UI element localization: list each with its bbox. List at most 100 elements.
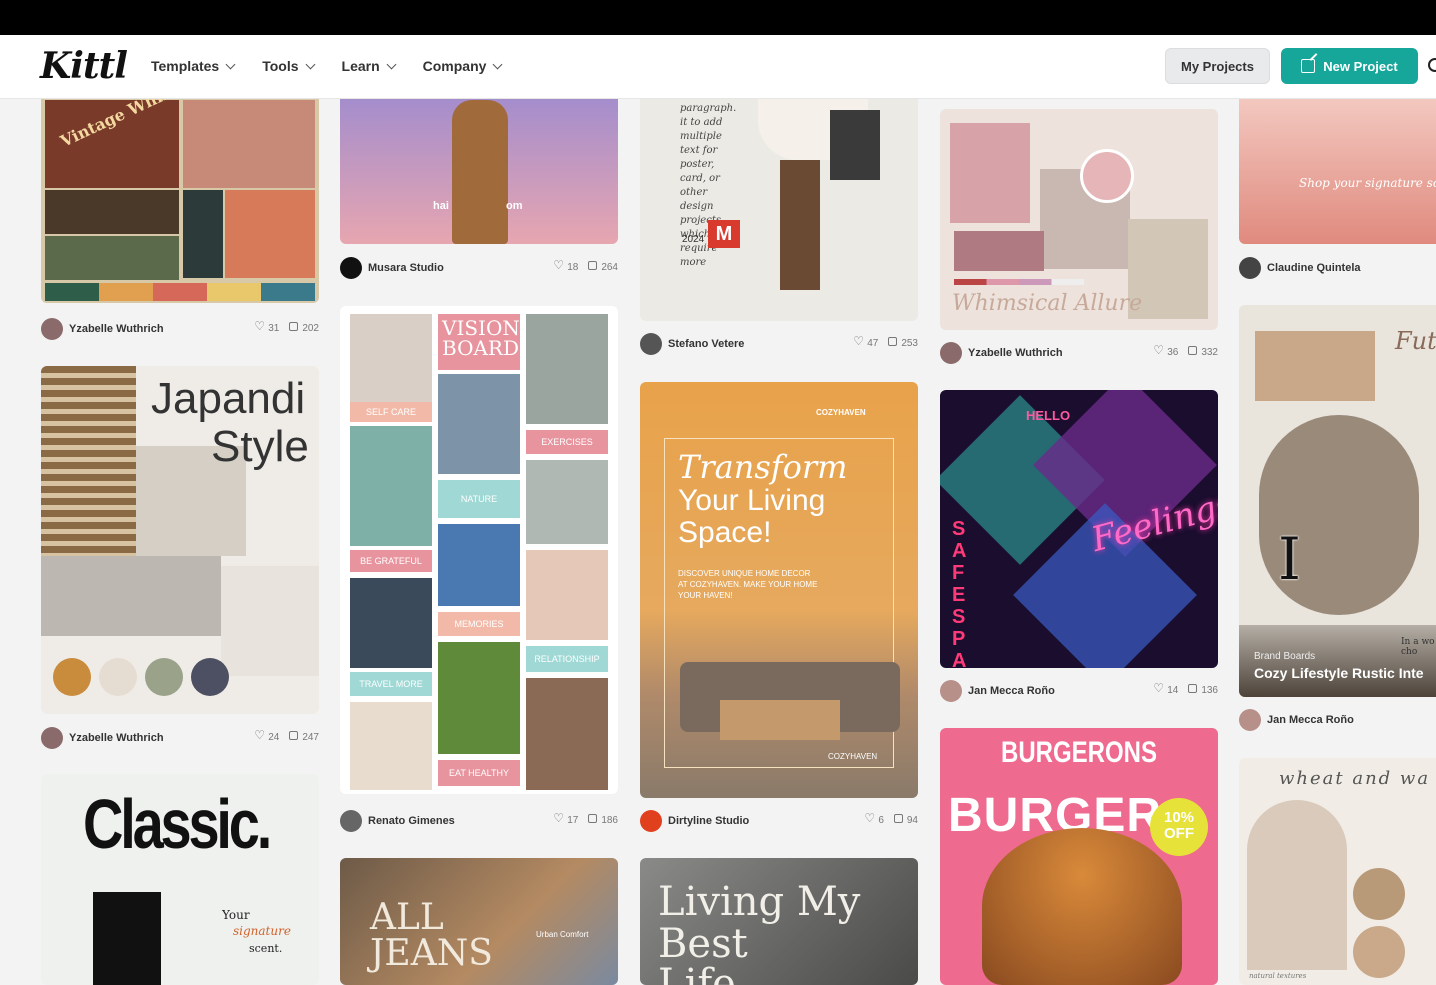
card-title: Living My — [658, 879, 861, 925]
year-label: 2024 — [682, 234, 705, 245]
photo-tile — [350, 426, 432, 546]
likes[interactable]: 47 — [853, 334, 878, 349]
menu-company[interactable]: Company — [422, 58, 503, 74]
template-card[interactable]: VISION BOARD EXERCISES SELF CARE NATURE … — [340, 306, 618, 794]
card-stats: 36 332 — [1153, 343, 1218, 358]
likes-count: 36 — [1167, 347, 1179, 358]
heart-icon — [254, 319, 265, 333]
template-card[interactable]: Japandi Style — [41, 366, 319, 714]
template-card[interactable]: Whimsical Allure — [940, 109, 1218, 330]
author-name[interactable]: Dirtyline Studio — [668, 815, 749, 827]
avatar[interactable] — [940, 680, 962, 702]
template-card[interactable]: HELLO Feelings SAFE SPACE — [940, 390, 1218, 668]
author-name[interactable]: Claudine Quintela — [1267, 262, 1361, 274]
avatar[interactable] — [1239, 709, 1261, 731]
author-name[interactable]: Renato Gimenes — [368, 815, 455, 827]
likes-count: 17 — [567, 815, 579, 826]
kittl-logo[interactable]: Kittl — [40, 45, 128, 87]
author-name[interactable]: Jan Mecca Roño — [968, 685, 1055, 697]
headline: Your Living — [678, 484, 826, 517]
copies-count: 202 — [302, 323, 319, 334]
copy-icon — [1188, 684, 1198, 693]
likes[interactable]: 18 — [553, 258, 579, 273]
label-tile: EXERCISES — [526, 430, 608, 454]
my-projects-button[interactable]: My Projects — [1165, 48, 1270, 84]
template-card[interactable]: hai om — [340, 80, 618, 244]
avatar[interactable] — [41, 727, 63, 749]
photo-tile — [1255, 331, 1375, 401]
template-card[interactable]: Classic. Your signature scent. — [41, 774, 319, 985]
new-project-label: New Project — [1323, 58, 1398, 74]
template-card[interactable]: Vintage Whims — [41, 80, 319, 303]
menu-learn[interactable]: Learn — [342, 58, 397, 74]
author-name[interactable]: Musara Studio — [368, 262, 444, 274]
perfume-bottle — [93, 892, 161, 985]
template-card[interactable]: BURGERONS BURGER 10% OFF — [940, 728, 1218, 985]
new-project-button[interactable]: New Project — [1281, 48, 1418, 84]
copy-icon — [588, 814, 598, 823]
copy-icon — [588, 261, 598, 270]
copies-count: 247 — [302, 732, 319, 743]
footer-text: COZYHAVEN — [828, 752, 878, 761]
script-title: wheat and wa — [1279, 768, 1431, 789]
avatar[interactable] — [340, 810, 362, 832]
template-card[interactable]: Living My Best Life — [640, 858, 918, 985]
script-title: Future — [1395, 327, 1436, 355]
card-meta: Stefano Vetere 47 253 — [640, 331, 918, 357]
template-card[interactable]: COZYHAVEN Transform Your Living Space! D… — [640, 382, 918, 798]
photo-tile — [526, 314, 608, 424]
menu-label: Company — [422, 58, 487, 74]
photo-tile — [526, 460, 608, 544]
template-card[interactable]: paragraph. it to add multiple text for p… — [640, 80, 918, 321]
photo-arch — [1247, 800, 1347, 970]
template-card[interactable]: Shop your signature scent — [1239, 80, 1436, 244]
author-name[interactable]: Stefano Vetere — [668, 338, 744, 350]
likes[interactable]: 24 — [254, 728, 279, 743]
template-card[interactable]: ALL JEANS Urban Comfort — [340, 858, 618, 985]
texture-circle — [1353, 868, 1405, 920]
avatar[interactable] — [41, 318, 63, 340]
search-icon[interactable] — [1428, 58, 1436, 72]
card-meta: Yzabelle Wuthrich 31 202 — [41, 316, 319, 342]
card-title: Japandi — [151, 374, 306, 423]
copy-icon — [893, 814, 903, 823]
likes[interactable]: 31 — [254, 319, 279, 334]
main-menu: Templates Tools Learn Company — [151, 58, 529, 74]
label-tile: RELATIONSHIP — [526, 646, 608, 672]
author-name[interactable]: Yzabelle Wuthrich — [69, 323, 164, 335]
photo-tile — [526, 678, 608, 790]
likes[interactable]: 36 — [1153, 343, 1179, 358]
author-name[interactable]: Yzabelle Wuthrich — [968, 347, 1063, 359]
avatar[interactable] — [640, 333, 662, 355]
thumbnail-tile — [183, 100, 315, 188]
brand-name: Urban Comfort — [536, 930, 589, 939]
copies: 247 — [289, 731, 319, 743]
heart-icon — [864, 811, 875, 825]
card-meta: Dirtyline Studio 6 94 — [640, 808, 918, 834]
avatar[interactable] — [640, 810, 662, 832]
likes-count: 18 — [567, 262, 579, 273]
likes[interactable]: 14 — [1153, 681, 1178, 696]
tagline: scent. — [249, 942, 283, 955]
heart-icon — [553, 258, 564, 272]
card-stats: 47 253 — [853, 334, 918, 349]
label-tile: TRAVEL MORE — [350, 672, 432, 696]
author-name[interactable]: Jan Mecca Roño — [1267, 714, 1354, 726]
badge-value: 10% — [1163, 809, 1195, 826]
likes[interactable]: 17 — [553, 811, 579, 826]
badge-label: OFF — [1164, 825, 1194, 842]
likes[interactable]: 6 — [864, 811, 884, 826]
card-stats: 17 186 — [553, 811, 618, 826]
avatar[interactable] — [340, 257, 362, 279]
avatar[interactable] — [940, 342, 962, 364]
avatar[interactable] — [1239, 257, 1261, 279]
template-card[interactable]: wheat and wa natural textures — [1239, 758, 1436, 985]
menu-templates[interactable]: Templates — [151, 58, 236, 74]
edit-icon — [1301, 59, 1316, 73]
template-card[interactable]: Future In a wo cho Brand Boards Cozy Lif… — [1239, 305, 1436, 697]
copies: 94 — [893, 814, 918, 826]
menu-tools[interactable]: Tools — [262, 58, 315, 74]
author-name[interactable]: Yzabelle Wuthrich — [69, 732, 164, 744]
copies-count: 94 — [906, 815, 918, 826]
copies: 253 — [888, 337, 918, 349]
